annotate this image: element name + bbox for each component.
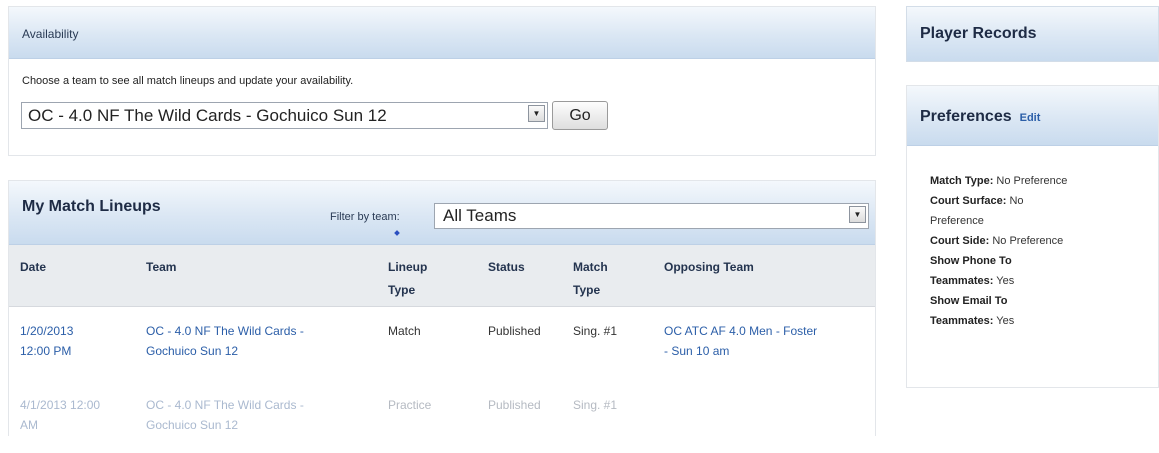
row-match-type: Sing. #1 (573, 324, 618, 338)
table-row: 4/1/2013 12:00 AM OC - 4.0 NF The Wild C… (9, 393, 875, 453)
pref-show-email-key: Show Email To (930, 295, 1008, 307)
row-status: Published (488, 324, 541, 338)
pref-court-side: Court Side: No Preference (930, 231, 1145, 251)
filter-select-value: All Teams (443, 206, 517, 225)
dropdown-arrow-icon[interactable]: ▼ (528, 105, 545, 122)
row-team-link[interactable]: OC - 4.0 NF The Wild Cards - Gochuico Su… (146, 321, 304, 361)
lineups-panel: My Match Lineups Filter by team: All Tea… (8, 180, 876, 436)
row-team-line2: Gochuico Sun 12 (146, 418, 239, 432)
col-status[interactable]: Status (488, 256, 525, 279)
lineups-header: My Match Lineups Filter by team: All Tea… (9, 181, 875, 245)
col-team[interactable]: Team (146, 256, 176, 279)
table-header: Date Team Lineup Type Status Match Type … (9, 245, 875, 307)
row-status: Published (488, 398, 541, 412)
team-select-value: OC - 4.0 NF The Wild Cards - Gochuico Su… (28, 106, 387, 125)
preferences-panel: Preferences Edit Match Type: No Preferenc… (906, 85, 1159, 388)
player-records-header[interactable]: Player Records (906, 6, 1159, 62)
row-team-link[interactable]: OC - 4.0 NF The Wild Cards - Gochuico Su… (146, 395, 304, 435)
pref-key: Teammates: (930, 275, 994, 287)
col-match-type[interactable]: Match Type (573, 256, 608, 302)
col-date[interactable]: Date (20, 256, 46, 279)
availability-header: Availability (9, 7, 875, 59)
pref-show-phone: Teammates: Yes (930, 271, 1145, 291)
row-date-line1: 4/1/2013 12:00 (20, 398, 101, 412)
preferences-header: Preferences Edit (907, 86, 1158, 146)
col-opposing-team[interactable]: Opposing Team (664, 256, 754, 279)
preferences-title: Preferences (920, 108, 1012, 125)
row-lineup-type: Match (388, 324, 421, 338)
row-date-link[interactable]: 1/20/2013 12:00 PM (20, 321, 73, 361)
pref-key: Court Surface: (930, 195, 1007, 207)
pref-key: Court Side: (930, 235, 990, 247)
col-match-type-line2: Type (573, 283, 601, 297)
row-match-type: Sing. #1 (573, 398, 618, 412)
preferences-list: Match Type: No Preference Court Surface:… (930, 171, 1145, 331)
dropdown-arrow-icon[interactable]: ▼ (849, 206, 866, 223)
row-lineup-type: Practice (388, 398, 432, 412)
row-date-line2: 12:00 PM (20, 344, 72, 358)
row-team-line1: OC - 4.0 NF The Wild Cards - (146, 398, 304, 412)
row-team-line2: Gochuico Sun 12 (146, 344, 239, 358)
row-date-line1: 1/20/2013 (20, 324, 74, 338)
availability-intro: Choose a team to see all match lineups a… (22, 75, 354, 87)
go-button[interactable]: Go (552, 101, 608, 130)
filter-label: Filter by team: (330, 211, 400, 223)
row-opposing-line1: OC ATC AF 4.0 Men - Foster (664, 324, 818, 338)
row-date-link[interactable]: 4/1/2013 12:00 AM (20, 395, 100, 435)
player-records-panel: Player Records (906, 6, 1159, 62)
table-row: 1/20/2013 12:00 PM OC - 4.0 NF The Wild … (9, 319, 875, 379)
cursor-icon (394, 230, 400, 236)
col-lineup-type-line2: Type (388, 283, 416, 297)
pref-value: Yes (996, 315, 1015, 327)
pref-value: No (1009, 195, 1024, 207)
pref-match-type: Match Type: No Preference (930, 171, 1145, 191)
row-opposing-team-link[interactable]: OC ATC AF 4.0 Men - Foster - Sun 10 am (664, 321, 817, 361)
pref-show-phone-key: Show Phone To (930, 255, 1012, 267)
filter-team-select[interactable]: All Teams ▼ (434, 203, 869, 229)
availability-title: Availability (22, 27, 79, 41)
pref-value: No Preference (996, 175, 1068, 187)
col-match-type-line1: Match (573, 260, 608, 274)
col-lineup-type-line1: Lineup (388, 260, 428, 274)
row-date-line2: AM (20, 418, 38, 432)
lineups-title: My Match Lineups (22, 198, 161, 215)
pref-show-email: Teammates: Yes (930, 311, 1145, 331)
pref-court-surface-cont: Preference (930, 215, 984, 227)
edit-preferences-link[interactable]: Edit (1020, 112, 1041, 124)
pref-value: No Preference (992, 235, 1064, 247)
row-opposing-line2: - Sun 10 am (664, 344, 730, 358)
pref-key: Teammates: (930, 315, 994, 327)
pref-key: Match Type: (930, 175, 994, 187)
team-select[interactable]: OC - 4.0 NF The Wild Cards - Gochuico Su… (21, 102, 548, 129)
row-team-line1: OC - 4.0 NF The Wild Cards - (146, 324, 304, 338)
pref-value: Yes (996, 275, 1015, 287)
pref-court-surface: Court Surface: No (930, 191, 1145, 211)
col-lineup-type[interactable]: Lineup Type (388, 256, 427, 302)
player-records-title: Player Records (920, 25, 1037, 42)
availability-panel: Availability Choose a team to see all ma… (8, 6, 876, 156)
